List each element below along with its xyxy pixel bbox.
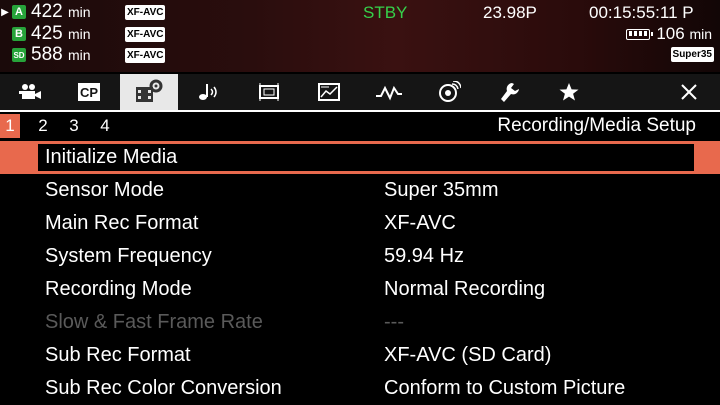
status-bar: ▶ A 422 min XF-AVC B 425 min XF-AVC SD 5…: [0, 0, 720, 72]
tab-audio[interactable]: [180, 74, 238, 110]
page-title: Recording/Media Setup: [497, 115, 696, 136]
active-slot-arrow-icon: ▶: [1, 6, 9, 18]
menu-item-value: Conform to Custom Picture: [384, 377, 626, 399]
page-2-button[interactable]: 2: [33, 114, 53, 138]
menu-item-sensor-mode[interactable]: Sensor Mode Super 35mm: [0, 174, 720, 207]
menu-item-value: Normal Recording: [384, 278, 546, 300]
wrench-icon: [501, 83, 519, 102]
tab-lcd-vf[interactable]: [240, 74, 298, 110]
slot-sd-icon: SD: [12, 48, 26, 62]
menu-item-label: Recording Mode: [45, 278, 192, 300]
lcd-vf-icon: [259, 83, 279, 101]
tab-tc-ub[interactable]: [300, 74, 358, 110]
menu-item-label: Sensor Mode: [45, 179, 164, 201]
battery-icon: [626, 28, 654, 40]
menu-item-sub-rec-format[interactable]: Sub Rec Format XF-AVC (SD Card): [0, 339, 720, 372]
custom-picture-icon: CP: [78, 83, 100, 101]
menu-item-value: ---: [384, 311, 404, 333]
audio-icon: [199, 84, 217, 100]
frame-rate: 23.98P: [483, 3, 537, 22]
slot-b-icon: B: [12, 27, 26, 41]
menu-item-value: XF-AVC: [384, 212, 456, 234]
tab-monitoring[interactable]: [360, 74, 418, 110]
slot-a-remaining: 422 min: [31, 1, 91, 22]
menu-list: Initialize Media Sensor Mode Super 35mm …: [0, 141, 720, 405]
tab-system-setup[interactable]: [480, 74, 538, 110]
menu-item-system-frequency[interactable]: System Frequency 59.94 Hz: [0, 240, 720, 273]
menu-item-recording-mode[interactable]: Recording Mode Normal Recording: [0, 273, 720, 306]
menu-tab-bar: CP: [0, 74, 720, 112]
tab-my-menu[interactable]: [540, 74, 598, 110]
menu-item-label: System Frequency: [45, 245, 212, 267]
menu-item-label: Sub Rec Color Conversion: [45, 377, 282, 399]
media-row-sd: SD 588 min XF-AVC: [0, 44, 166, 65]
timecode: 00:15:55:11 P: [589, 3, 694, 22]
tab-custom-picture[interactable]: CP: [60, 74, 118, 110]
tab-camera[interactable]: [2, 74, 60, 110]
tab-network[interactable]: [420, 74, 478, 110]
tab-recording-media-setup[interactable]: [120, 74, 178, 110]
menu-item-sub-rec-color-conversion[interactable]: Sub Rec Color Conversion Conform to Cust…: [0, 372, 720, 405]
battery-remaining: 106 min: [656, 24, 712, 43]
recording-status: STBY: [363, 3, 408, 22]
page-selector: 1 2 3 4 Recording/Media Setup: [0, 114, 720, 138]
recording-media-setup-icon: [136, 79, 163, 102]
battery-indicator: 106 min: [626, 24, 712, 44]
slot-a-format-badge: XF-AVC: [125, 4, 166, 20]
slot-b-format-badge: XF-AVC: [125, 26, 166, 42]
page-4-button[interactable]: 4: [95, 114, 115, 138]
menu-item-value: XF-AVC (SD Card): [384, 344, 552, 366]
menu-item-slow-fast-frame-rate: Slow & Fast Frame Rate ---: [0, 306, 720, 339]
close-icon: [681, 84, 697, 100]
slot-sd-remaining: 588 min: [31, 44, 91, 65]
menu-item-main-rec-format[interactable]: Main Rec Format XF-AVC: [0, 207, 720, 240]
media-row-a: ▶ A 422 min XF-AVC: [0, 1, 166, 22]
slot-b-remaining: 425 min: [31, 23, 91, 44]
media-row-b: B 425 min XF-AVC: [0, 23, 166, 44]
menu-item-label: Initialize Media: [45, 146, 178, 168]
tc-ub-icon: [318, 83, 340, 101]
close-menu-button[interactable]: [660, 74, 718, 110]
menu-item-value: Super 35mm: [384, 179, 499, 201]
camera-icon: [19, 84, 41, 99]
slot-a-icon: A: [12, 5, 26, 19]
slot-sd-format-badge: XF-AVC: [125, 47, 166, 63]
monitoring-waveform-icon: [376, 85, 402, 101]
page-3-button[interactable]: 3: [64, 114, 84, 138]
svg-text:CP: CP: [80, 85, 98, 100]
page-1-button[interactable]: 1: [0, 114, 20, 138]
menu-item-label: Sub Rec Format: [45, 344, 191, 366]
menu-item-label: Main Rec Format: [45, 212, 199, 234]
network-icon: [439, 81, 461, 102]
menu-item-label: Slow & Fast Frame Rate: [45, 311, 263, 333]
star-icon: [559, 83, 579, 101]
sensor-mode-badge: Super35: [670, 47, 714, 62]
menu-item-value: 59.94 Hz: [384, 245, 465, 267]
menu-item-initialize-media[interactable]: Initialize Media: [0, 141, 720, 174]
